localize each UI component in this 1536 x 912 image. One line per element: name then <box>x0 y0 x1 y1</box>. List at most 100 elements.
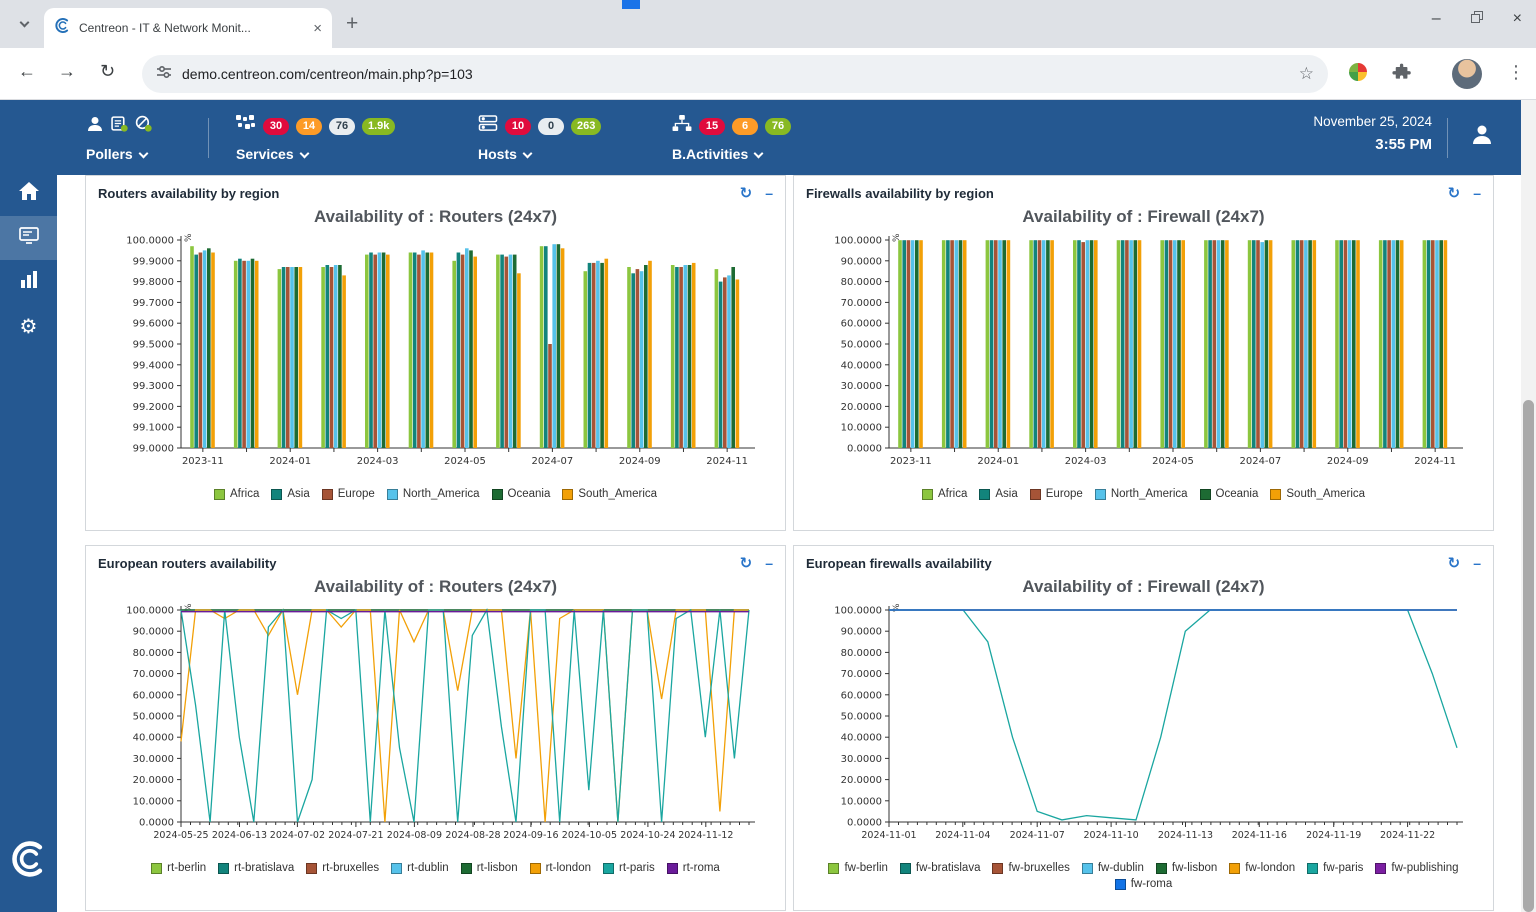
svg-text:0.0000: 0.0000 <box>139 818 174 829</box>
window-close-button[interactable]: × <box>1513 10 1522 28</box>
legend-item[interactable]: fw-paris <box>1307 862 1363 874</box>
legend-item[interactable]: North_America <box>387 488 480 500</box>
legend-item[interactable]: South_America <box>1270 488 1365 500</box>
ba-warning-badge[interactable]: 6 <box>732 118 758 135</box>
ba-ok-badge[interactable]: 76 <box>765 118 791 135</box>
legend-swatch <box>530 863 541 874</box>
refresh-icon[interactable]: ↻ <box>740 184 753 202</box>
legend-item[interactable]: Oceania <box>492 488 551 500</box>
header-divider <box>1447 118 1448 158</box>
window-restore-button[interactable] <box>1471 10 1483 28</box>
svg-text:60.0000: 60.0000 <box>841 319 882 330</box>
legend-item[interactable]: South_America <box>562 488 657 500</box>
legend-item[interactable]: rt-bratislava <box>218 862 294 874</box>
legend-item[interactable]: rt-dublin <box>391 862 449 874</box>
svg-text:2024-11-04: 2024-11-04 <box>935 830 990 841</box>
legend-swatch <box>151 863 162 874</box>
omnibox[interactable]: demo.centreon.com/centreon/main.php?p=10… <box>142 55 1328 93</box>
legend-item[interactable]: rt-bruxelles <box>306 862 379 874</box>
legend-item[interactable]: rt-london <box>530 862 591 874</box>
services-unknown-badge[interactable]: 76 <box>329 118 355 135</box>
browser-menu-icon[interactable]: ⋮ <box>1507 62 1525 83</box>
site-info-icon[interactable] <box>156 64 172 85</box>
legend-item[interactable]: Europe <box>322 488 375 500</box>
legend-swatch <box>603 863 614 874</box>
ba-critical-badge[interactable]: 15 <box>699 118 725 135</box>
svg-text:99.1000: 99.1000 <box>133 423 174 434</box>
legend-item[interactable]: Africa <box>214 488 259 500</box>
legend-item[interactable]: fw-berlin <box>828 862 887 874</box>
svg-text:99.4000: 99.4000 <box>133 360 174 371</box>
new-tab-button[interactable]: + <box>346 12 358 36</box>
legend-item[interactable]: rt-lisbon <box>461 862 518 874</box>
legend-item[interactable]: fw-london <box>1229 862 1295 874</box>
scrollbar-thumb[interactable] <box>1523 400 1534 912</box>
legend-item[interactable]: rt-berlin <box>151 862 206 874</box>
legend-item[interactable]: Asia <box>979 488 1017 500</box>
forward-button[interactable]: → <box>58 61 76 82</box>
tab-close-icon[interactable]: × <box>313 20 322 37</box>
services-warning-badge[interactable]: 14 <box>296 118 322 135</box>
svg-text:99.9000: 99.9000 <box>133 256 174 267</box>
sidebar-item-monitoring[interactable] <box>0 216 57 260</box>
svg-text:2024-11: 2024-11 <box>706 456 748 467</box>
legend-item[interactable]: Europe <box>1030 488 1083 500</box>
legend-item[interactable]: fw-dublin <box>1082 862 1144 874</box>
legend-item[interactable]: fw-lisbon <box>1156 862 1217 874</box>
collapse-icon[interactable]: – <box>1473 555 1481 571</box>
legend-item[interactable]: North_America <box>1095 488 1188 500</box>
sidebar-item-configuration[interactable]: ⚙ <box>0 304 57 348</box>
nav-services[interactable]: 30 14 76 1.9k Services <box>236 115 395 162</box>
svg-text:0.0000: 0.0000 <box>847 444 882 455</box>
refresh-icon[interactable]: ↻ <box>1448 184 1461 202</box>
reload-button[interactable]: ↻ <box>100 61 115 82</box>
refresh-icon[interactable]: ↻ <box>1448 554 1461 572</box>
collapse-icon[interactable]: – <box>765 185 773 201</box>
legend-item[interactable]: rt-paris <box>603 862 655 874</box>
svg-text:70.0000: 70.0000 <box>841 298 882 309</box>
legend-swatch <box>992 863 1003 874</box>
svg-text:2024-05: 2024-05 <box>444 456 486 467</box>
legend-item[interactable]: rt-roma <box>667 862 720 874</box>
back-button[interactable]: ← <box>18 61 36 82</box>
page-scrollbar[interactable] <box>1521 100 1536 912</box>
legend-swatch <box>306 863 317 874</box>
refresh-icon[interactable]: ↻ <box>740 554 753 572</box>
legend-item[interactable]: fw-publishing <box>1375 862 1458 874</box>
bactivities-label: B.Activities <box>672 146 748 162</box>
broker-status-icon <box>111 115 128 137</box>
bookmark-star-icon[interactable]: ☆ <box>1299 64 1314 84</box>
sidebar-item-home[interactable] <box>0 172 57 216</box>
legend-swatch <box>922 489 933 500</box>
user-menu-icon[interactable] <box>1470 122 1494 151</box>
extensions-puzzle-icon[interactable] <box>1392 62 1412 87</box>
tab-search-button[interactable] <box>10 10 38 38</box>
window-minimize-button[interactable]: – <box>1432 10 1441 28</box>
hosts-up-badge[interactable]: 263 <box>571 118 601 135</box>
nav-pollers[interactable]: Pollers <box>86 115 152 162</box>
svg-text:40.0000: 40.0000 <box>841 360 882 371</box>
services-critical-badge[interactable]: 30 <box>263 118 289 135</box>
legend-item[interactable]: Asia <box>271 488 309 500</box>
svg-text:20.0000: 20.0000 <box>133 775 174 786</box>
collapse-icon[interactable]: – <box>765 555 773 571</box>
legend-item[interactable]: fw-bruxelles <box>992 862 1069 874</box>
extension-icon[interactable] <box>1348 62 1368 87</box>
hosts-down-badge[interactable]: 10 <box>505 118 531 135</box>
legend-swatch <box>492 489 503 500</box>
legend-item[interactable]: fw-bratislava <box>900 862 981 874</box>
legend-item[interactable]: Africa <box>922 488 967 500</box>
hosts-unreachable-badge[interactable]: 0 <box>538 118 564 135</box>
svg-text:2024-10-24: 2024-10-24 <box>620 830 675 841</box>
legend-item[interactable]: Oceania <box>1200 488 1259 500</box>
nav-bactivities[interactable]: 15 6 76 B.Activities <box>672 115 791 162</box>
svg-text:2024-11-19: 2024-11-19 <box>1306 830 1361 841</box>
sidebar-item-reporting[interactable] <box>0 260 57 304</box>
legend-item[interactable]: fw-roma <box>1115 878 1173 890</box>
profile-avatar[interactable] <box>1452 59 1482 89</box>
nav-hosts[interactable]: 10 0 263 Hosts <box>478 115 601 162</box>
browser-tab[interactable]: Centreon - IT & Network Monit... × <box>44 8 332 48</box>
services-ok-badge[interactable]: 1.9k <box>362 118 395 135</box>
collapse-icon[interactable]: – <box>1473 185 1481 201</box>
legend-swatch <box>1082 863 1093 874</box>
